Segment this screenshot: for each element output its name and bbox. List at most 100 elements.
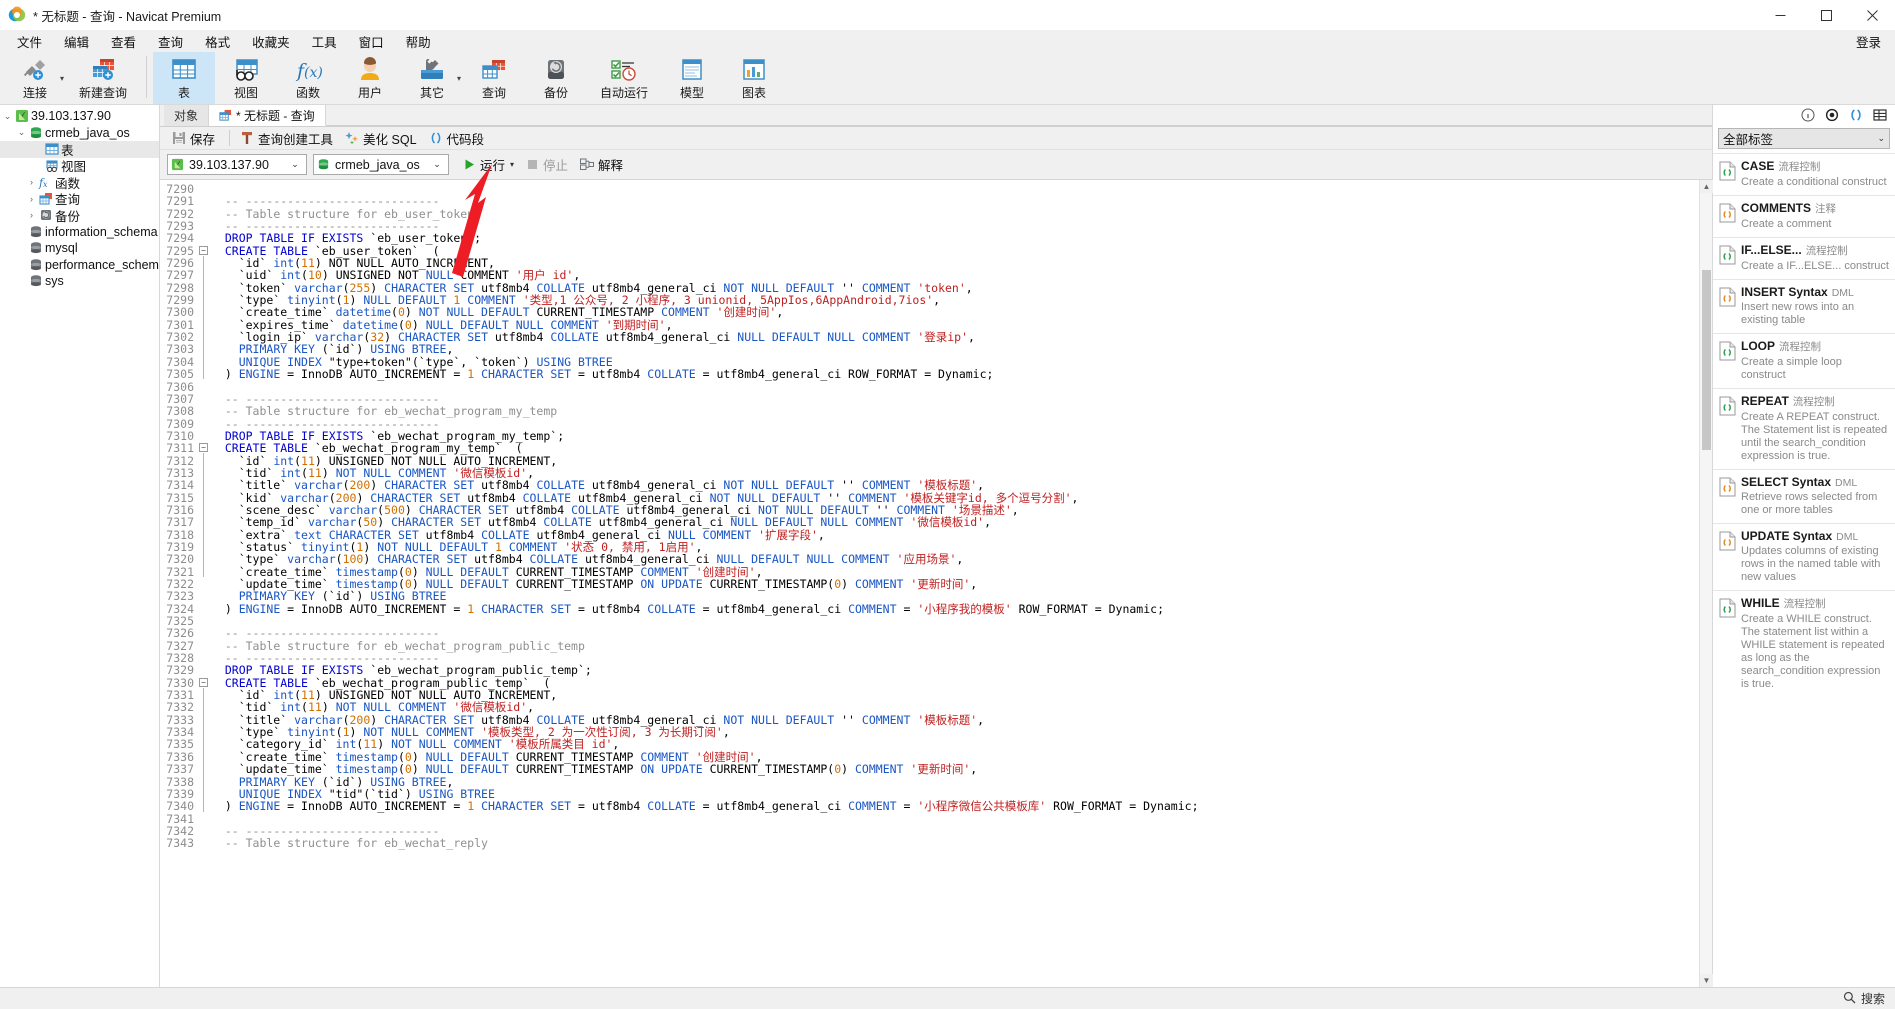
structure-icon[interactable] (1873, 108, 1887, 122)
sidebar-item-tables[interactable]: 表 (0, 141, 159, 158)
menu-edit[interactable]: 编辑 (53, 30, 100, 53)
chevron-down-icon[interactable]: ▾ (457, 74, 461, 83)
sidebar-item-information-schema[interactable]: information_schema (0, 224, 159, 241)
scrollbar-thumb[interactable] (1702, 270, 1711, 450)
snippet-tag: 流程控制 (1779, 341, 1822, 353)
line-number: 7300 (166, 305, 194, 320)
chevron-down-icon[interactable]: ▾ (510, 160, 514, 169)
editor-vertical-scrollbar[interactable]: ▲ ▼ (1699, 180, 1713, 987)
toolbar-table[interactable]: 表 (153, 52, 215, 104)
chevron-right-icon[interactable]: › (26, 194, 37, 204)
code-line[interactable]: -- Table structure for eb_wechat_reply (211, 837, 1699, 849)
beautify-sql-button[interactable]: 美化 SQL (341, 127, 425, 150)
sidebar-item-sys[interactable]: sys (0, 273, 159, 290)
toolbar-other[interactable]: 其它 ▾ (401, 52, 463, 104)
sidebar-item-functions[interactable]: › f x 函数 (0, 174, 159, 191)
chart-icon (740, 55, 768, 85)
explain-button[interactable]: 解释 (576, 153, 627, 176)
snippet-description: Create a simple loop construct (1741, 356, 1842, 381)
toolbar-view[interactable]: 视图 (215, 52, 277, 104)
menu-format[interactable]: 格式 (194, 30, 241, 53)
tab-untitled-query[interactable]: * 无标题 - 查询 (209, 105, 326, 126)
chevron-down-icon[interactable]: ⌄ (287, 159, 303, 170)
sql-editor[interactable]: 7290 7291 7292 7293 7294 7295 7296 7297 7298 7299… (160, 180, 1713, 987)
snippet-description: Create a conditional construct (1741, 176, 1887, 188)
sidebar-item-connection[interactable]: ⌄ 39.103.137.90 (0, 108, 159, 125)
toolbar-connection[interactable]: 连接 ▾ (4, 52, 66, 104)
snippet-item[interactable]: LOOP 流程控制 Create a simple loop construct (1713, 333, 1895, 388)
sql-code-area[interactable]: -- ---------------------------- -- Table… (209, 180, 1699, 987)
code-line[interactable]: ) ENGINE = InnoDB AUTO_INCREMENT = 1 CHA… (211, 603, 1699, 615)
status-bar: 搜索 (0, 987, 1895, 1009)
chevron-right-icon[interactable]: › (26, 177, 37, 187)
query-builder-button[interactable]: 查询创建工具 (236, 127, 341, 150)
line-number: 7337 (166, 762, 194, 777)
snippet-item[interactable]: WHILE 流程控制 Create a WHILE construct. The s… (1713, 590, 1895, 697)
sidebar-item-backups[interactable]: › 备份 (0, 207, 159, 224)
snippet-parens-icon[interactable] (1849, 108, 1863, 122)
menu-view[interactable]: 查看 (100, 30, 147, 53)
chevron-right-icon[interactable]: › (26, 210, 37, 220)
sidebar-item-performance-schema[interactable]: performance_schema (0, 257, 159, 274)
toolbar-query[interactable]: 查询 (463, 52, 525, 104)
snippet-description: Create a WHILE construct. The statement … (1741, 613, 1885, 690)
snippet-item[interactable]: IF...ELSE... 流程控制 Create a IF...ELSE... co… (1713, 237, 1895, 279)
snippet-item[interactable]: COMMENTS 注释 Create a comment (1713, 195, 1895, 237)
snippet-list[interactable]: CASE 流程控制 Create a conditional construct CO… (1713, 153, 1895, 987)
snippet-item[interactable]: INSERT Syntax DML Insert new rows into an … (1713, 279, 1895, 333)
status-search[interactable]: 搜索 (1843, 990, 1885, 1007)
snippet-filter-select[interactable]: 全部标签 ⌄ (1718, 128, 1890, 149)
eye-icon[interactable] (1825, 108, 1839, 122)
info-icon[interactable] (1801, 108, 1815, 122)
toolbar-chart[interactable]: 图表 (723, 52, 785, 104)
run-button[interactable]: 运行 ▾ (459, 153, 518, 176)
tab-untitled-query-label: * 无标题 - 查询 (236, 108, 315, 123)
toolbar-connection-label: 连接 (22, 86, 47, 100)
code-line[interactable]: ) ENGINE = InnoDB AUTO_INCREMENT = 1 CHA… (211, 800, 1699, 812)
toolbar-user[interactable]: 用户 (339, 52, 401, 104)
connection-select[interactable]: 39.103.137.90 ⌄ (167, 154, 307, 175)
fold-toggle-icon[interactable]: − (199, 245, 208, 255)
toolbar-model[interactable]: 模型 (661, 52, 723, 104)
scroll-down-arrow[interactable]: ▼ (1700, 974, 1713, 987)
chevron-down-icon[interactable]: ⌄ (1877, 133, 1885, 144)
fold-toggle-icon[interactable]: − (199, 678, 208, 687)
snippet-item[interactable]: SELECT Syntax DML Retrieve rows selected f… (1713, 469, 1895, 523)
minimize-button[interactable] (1757, 0, 1803, 30)
object-tree-sidebar[interactable]: ⌄ 39.103.137.90 ⌄ crmeb_java_os 表 视图 › f… (0, 105, 160, 987)
toolbar-function[interactable]: f (x) 函数 (277, 52, 339, 104)
chevron-down-icon[interactable]: ⌄ (2, 111, 13, 122)
toolbar-backup[interactable]: 备份 (525, 52, 587, 104)
tab-objects[interactable]: 对象 (164, 105, 210, 126)
menu-window[interactable]: 窗口 (348, 30, 395, 53)
scroll-up-arrow[interactable]: ▲ (1700, 180, 1713, 193)
database-select[interactable]: crmeb_java_os ⌄ (313, 154, 449, 175)
menu-file[interactable]: 文件 (6, 30, 53, 53)
toolbar-automation[interactable]: 自动运行 (587, 52, 661, 104)
chevron-down-icon[interactable]: ⌄ (429, 159, 445, 170)
login-link[interactable]: 登录 (1856, 32, 1881, 51)
sidebar-item-queries[interactable]: › 查询 (0, 191, 159, 207)
snippet-item[interactable]: REPEAT 流程控制 Create A REPEAT construct. The… (1713, 388, 1895, 469)
sidebar-item-database[interactable]: ⌄ crmeb_java_os (0, 125, 159, 142)
chevron-down-icon[interactable]: ⌄ (16, 127, 27, 138)
stop-button[interactable]: 停止 (522, 153, 572, 176)
sidebar-item-mysql[interactable]: mysql (0, 240, 159, 257)
menu-help[interactable]: 帮助 (395, 30, 442, 53)
fold-toggle-icon[interactable]: − (199, 443, 208, 453)
code-folding-column[interactable]: − − − (198, 180, 209, 987)
snippet-item[interactable]: UPDATE Syntax DML Updates columns of exist… (1713, 523, 1895, 590)
menu-query[interactable]: 查询 (147, 30, 194, 53)
maximize-button[interactable] (1803, 0, 1849, 30)
sidebar-item-views[interactable]: 视图 (0, 158, 159, 174)
menu-favorites[interactable]: 收藏夹 (241, 30, 301, 53)
code-line[interactable]: ) ENGINE = InnoDB AUTO_INCREMENT = 1 CHA… (211, 368, 1699, 380)
save-button[interactable]: 保存 (168, 127, 223, 150)
toolbar-new-query[interactable]: 新建查询 (66, 52, 140, 104)
menu-tools[interactable]: 工具 (301, 30, 348, 53)
chevron-down-icon[interactable]: ▾ (60, 74, 64, 83)
snippets-button[interactable]: 代码段 (425, 127, 493, 150)
close-button[interactable] (1849, 0, 1895, 30)
snippet-title: WHILE 流程控制 (1741, 596, 1826, 610)
snippet-item[interactable]: CASE 流程控制 Create a conditional construct (1713, 153, 1895, 195)
